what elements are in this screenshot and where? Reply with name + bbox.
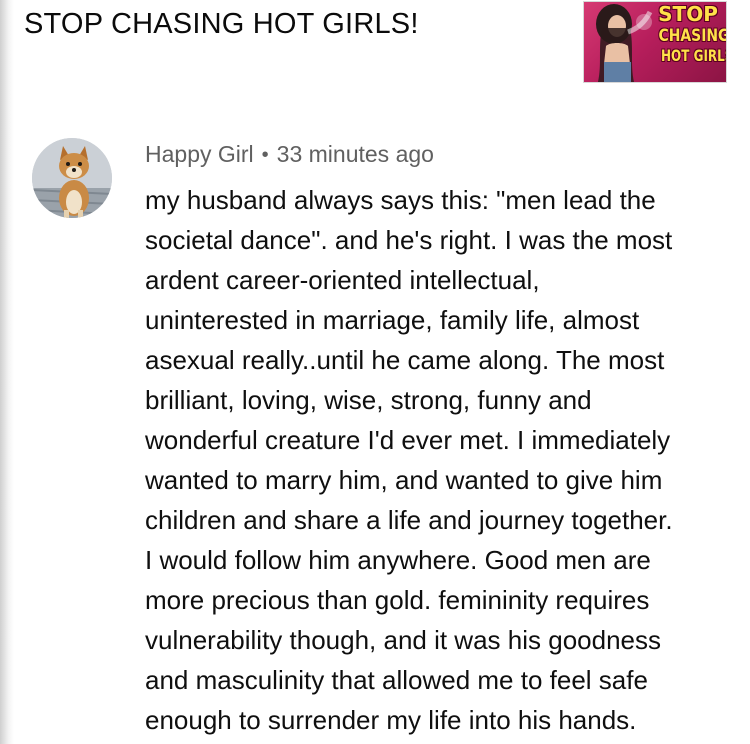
- comment-line: wonderful creature I'd ever met. I immed…: [145, 425, 671, 455]
- comment-line: children and share a life and journey to…: [145, 505, 673, 535]
- left-edge-shadow: [0, 0, 14, 744]
- comment-meta: Happy Girl • 33 minutes ago: [145, 140, 434, 169]
- comment-line: societal dance". and he's right. I was t…: [145, 225, 673, 255]
- comment-line: wanted to marry him, and wanted to give …: [145, 465, 663, 495]
- comment-line: my husband always says this: "men lead t…: [145, 185, 656, 215]
- comment-author[interactable]: Happy Girl: [145, 141, 254, 167]
- comment-line: more precious than gold. femininity requ…: [145, 585, 650, 615]
- comment-line: vulnerability though, and it was his goo…: [145, 625, 661, 655]
- video-header: STOP CHASING HOT GIRLS! STOP CHASING HOT…: [0, 0, 750, 96]
- video-title[interactable]: STOP CHASING HOT GIRLS!: [24, 6, 419, 42]
- page: STOP CHASING HOT GIRLS! STOP CHASING HOT…: [0, 0, 750, 744]
- thumbnail-line-1: STOP: [658, 2, 718, 26]
- comment-line: I would follow him anywhere. Good men ar…: [145, 545, 651, 575]
- comment-line: asexual really..until he came along. The…: [145, 345, 665, 375]
- thumbnail-line-2: CHASING: [658, 26, 726, 46]
- thumbnail-line-3: HOT GIRLS!: [661, 46, 726, 65]
- thumbnail-text: STOP CHASING HOT GIRLS!: [652, 2, 726, 65]
- comment-line: and masculinity that allowed me to feel …: [145, 665, 648, 695]
- video-thumbnail[interactable]: STOP CHASING HOT GIRLS!: [584, 2, 726, 82]
- meta-separator: •: [261, 144, 269, 166]
- avatar-image: [32, 138, 112, 218]
- comment-line: brilliant, loving, wise, strong, funny a…: [145, 385, 592, 415]
- comment-line: uninterested in marriage, family life, a…: [145, 305, 640, 335]
- dog-avatar-icon[interactable]: [32, 138, 112, 218]
- comment-body: my husband always says this: "men lead t…: [145, 180, 745, 740]
- comment-line: enough to surrender my life into his han…: [145, 705, 637, 735]
- comment-line: ardent career-oriented intellectual,: [145, 265, 540, 295]
- comment-timestamp[interactable]: 33 minutes ago: [277, 141, 434, 167]
